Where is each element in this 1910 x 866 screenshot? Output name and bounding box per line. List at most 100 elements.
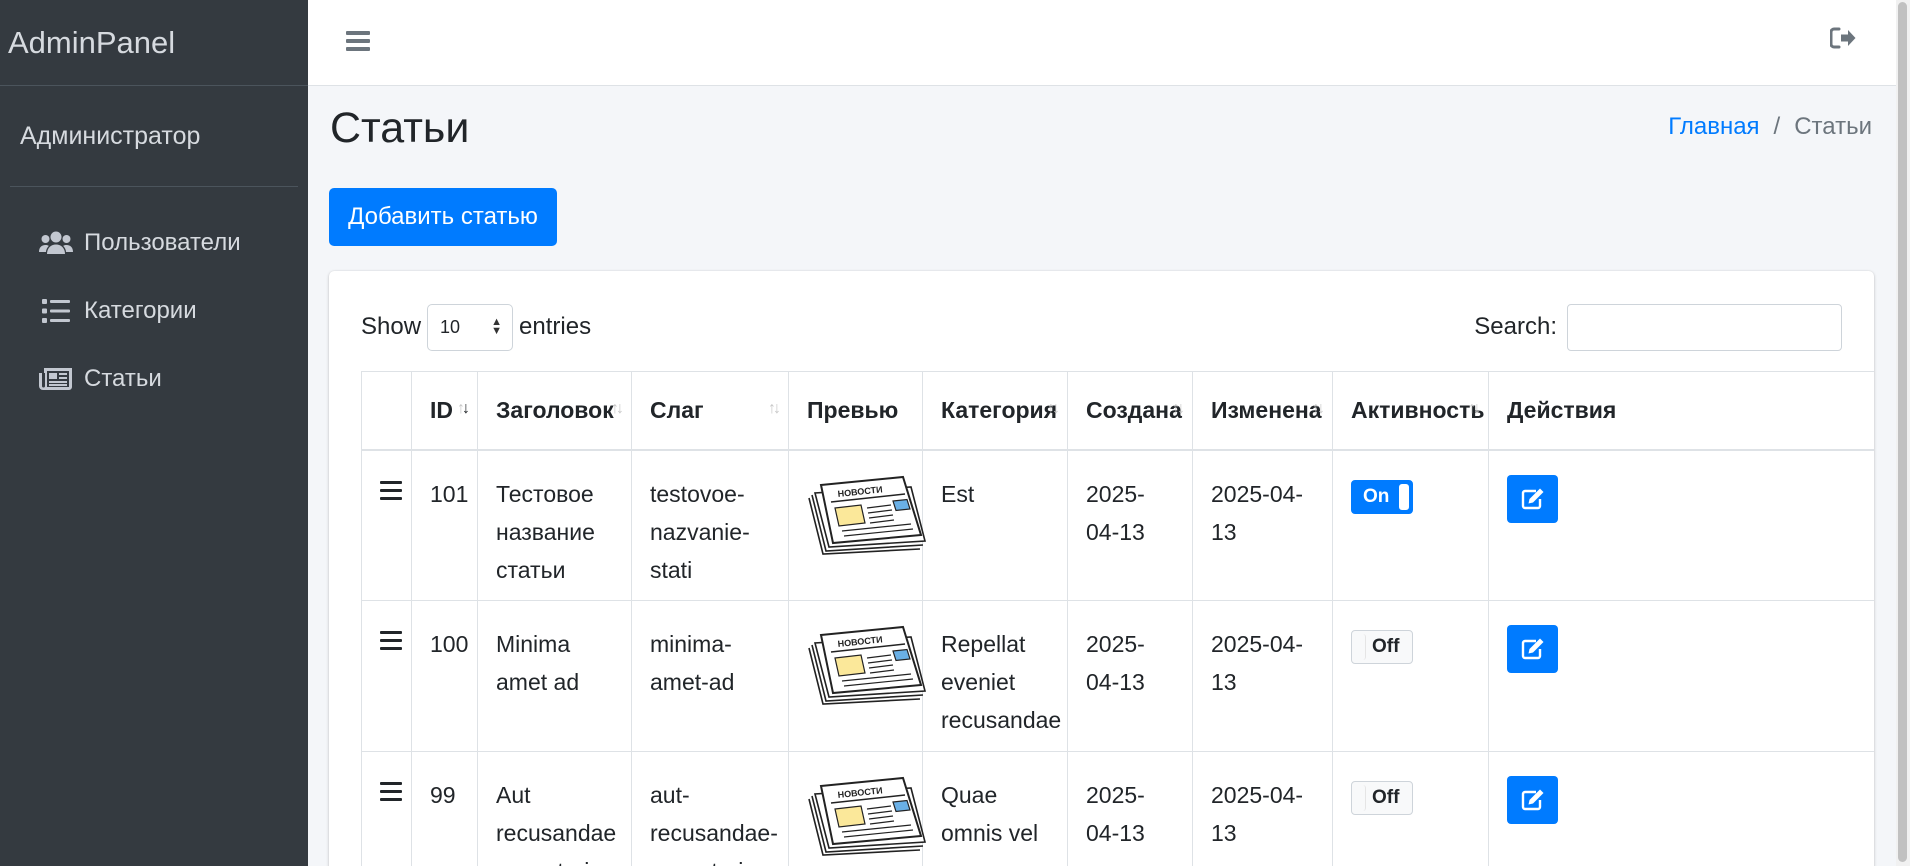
title-cell: Тестовое название статьи	[477, 449, 632, 601]
newspaper-preview-image: НОВОСТИ	[808, 625, 927, 705]
preview-cell: НОВОСТИ	[788, 600, 927, 752]
search-control: Search:	[1474, 303, 1842, 351]
search-label: Search:	[1474, 313, 1557, 340]
sort-icon: ↑↓	[1312, 400, 1325, 418]
active-cell: On	[1332, 449, 1489, 601]
id-cell: 99	[411, 751, 478, 866]
active-cell: Off	[1332, 600, 1489, 752]
sort-icon: ↑↓	[1468, 400, 1481, 418]
entries-label: entries	[519, 313, 592, 340]
category-cell: Est	[922, 449, 1068, 601]
slug-cell: minima-amet-ad	[631, 600, 789, 752]
breadcrumb-separator: /	[1773, 113, 1781, 140]
users-icon	[36, 227, 76, 259]
sort-icon: ↑↓	[768, 400, 781, 418]
add-article-button[interactable]: Добавить статью	[329, 188, 557, 246]
table-header-row: ID ↑↓ Заголовок ↑↓ Слаг ↑↓ Превью Категория…	[361, 371, 1874, 451]
title-cell: Aut recusandae excepturi	[477, 751, 632, 866]
page-scrollbar[interactable]	[1896, 0, 1910, 866]
length-control: Show 10 ▲ ▼ entries	[361, 303, 592, 351]
sidebar-item-label: Категории	[84, 297, 197, 324]
entries-select[interactable]: 10 ▲ ▼	[427, 303, 514, 351]
column-header-created[interactable]: Создана ↑↓	[1067, 371, 1193, 451]
drag-cell	[361, 449, 412, 601]
column-header-id[interactable]: ID ↑↓	[411, 371, 478, 451]
created-cell: 2025-04-13	[1067, 449, 1193, 601]
id-cell: 101	[411, 449, 478, 601]
column-header-category[interactable]: Категория ↑↓	[922, 371, 1068, 451]
category-cell: Quae omnis vel	[922, 751, 1068, 866]
id-cell: 100	[411, 600, 478, 752]
table-row: 100 Minima amet ad minima-amet-ad НОВОСТ…	[361, 600, 1874, 752]
show-label: Show	[361, 313, 422, 340]
category-cell: Repellat eveniet recusandae	[922, 600, 1068, 752]
edit-button[interactable]	[1507, 474, 1558, 523]
search-input[interactable]	[1567, 303, 1842, 351]
breadcrumb: Главная / Статьи	[1668, 113, 1872, 141]
brand-link[interactable]: AdminPanel	[0, 0, 308, 86]
active-cell: Off	[1332, 751, 1489, 866]
user-panel: Администратор	[10, 86, 298, 187]
column-header-updated[interactable]: Изменена ↑↓	[1192, 371, 1333, 451]
articles-table: ID ↑↓ Заголовок ↑↓ Слаг ↑↓ Превью Категория…	[361, 371, 1874, 866]
sidebar-item-label: Статьи	[84, 365, 162, 392]
edit-button[interactable]	[1507, 625, 1558, 673]
sidebar-item-users[interactable]: Пользователи	[0, 209, 308, 277]
sidebar-item-label: Пользователи	[84, 229, 241, 256]
actions-cell	[1488, 449, 1874, 601]
actions-cell	[1488, 600, 1874, 752]
column-header-active[interactable]: Активность ↑↓	[1332, 371, 1489, 451]
created-cell: 2025-04-13	[1067, 600, 1193, 752]
newspaper-preview-image: НОВОСТИ	[808, 776, 927, 856]
column-header-drag	[361, 371, 412, 451]
edit-icon	[1521, 638, 1543, 660]
drag-handle-icon[interactable]	[380, 631, 402, 650]
breadcrumb-home-link[interactable]: Главная	[1668, 113, 1759, 141]
top-navbar	[308, 0, 1896, 86]
sidebar-nav: Пользователи Категории Статьи	[0, 209, 308, 413]
updated-cell: 2025-04-13	[1192, 600, 1333, 752]
drag-handle-icon[interactable]	[380, 782, 402, 801]
entries-select-value: 10	[440, 316, 461, 337]
page-title: Статьи	[330, 104, 470, 152]
articles-card: Show 10 ▲ ▼ entries Search: ID ↑↓ Заголово…	[329, 271, 1874, 866]
slug-cell: aut-recusandae-excepturi	[631, 751, 789, 866]
sidebar: AdminPanel Администратор Пользователи Ка…	[0, 0, 308, 866]
created-cell: 2025-04-13	[1067, 751, 1193, 866]
table-row: 99 Aut recusandae excepturi aut-recusand…	[361, 751, 1874, 866]
column-header-title[interactable]: Заголовок ↑↓	[477, 371, 632, 451]
bars-icon[interactable]	[344, 28, 372, 54]
sidebar-item-articles[interactable]: Статьи	[0, 345, 308, 413]
list-icon	[36, 295, 76, 327]
updated-cell: 2025-04-13	[1192, 751, 1333, 866]
drag-cell	[361, 600, 412, 752]
sort-icon: ↑↓	[611, 400, 624, 418]
column-header-preview: Превью	[788, 371, 923, 451]
active-toggle[interactable]: Off	[1351, 630, 1413, 664]
updated-cell: 2025-04-13	[1192, 449, 1333, 601]
slug-cell: testovoe-nazvanie-stati	[631, 449, 789, 601]
drag-cell	[361, 751, 412, 866]
user-name[interactable]: Администратор	[20, 122, 200, 151]
scrollbar-thumb[interactable]	[1898, 2, 1907, 862]
active-toggle[interactable]: On	[1351, 479, 1413, 514]
drag-handle-icon[interactable]	[380, 480, 402, 500]
edit-icon	[1521, 488, 1543, 509]
breadcrumb-current: Статьи	[1794, 113, 1872, 140]
sort-icon: ↑↓	[1047, 400, 1060, 418]
newspaper-icon	[36, 363, 76, 395]
preview-cell: НОВОСТИ	[788, 449, 927, 601]
select-arrows-icon: ▲ ▼	[491, 316, 503, 337]
title-cell: Minima amet ad	[477, 600, 632, 752]
edit-icon	[1521, 789, 1543, 811]
column-header-actions: Действия	[1488, 371, 1874, 451]
datatable-controls: Show 10 ▲ ▼ entries Search:	[361, 303, 1842, 351]
column-header-slug[interactable]: Слаг ↑↓	[631, 371, 789, 451]
sign-out-icon[interactable]	[1829, 26, 1862, 54]
preview-cell: НОВОСТИ	[788, 751, 927, 866]
sidebar-item-categories[interactable]: Категории	[0, 277, 308, 345]
active-toggle[interactable]: Off	[1351, 781, 1413, 815]
edit-button[interactable]	[1507, 776, 1558, 824]
brand-title: AdminPanel	[8, 24, 176, 60]
table-row: 101 Тестовое название статьи testovoe-na…	[361, 449, 1874, 601]
